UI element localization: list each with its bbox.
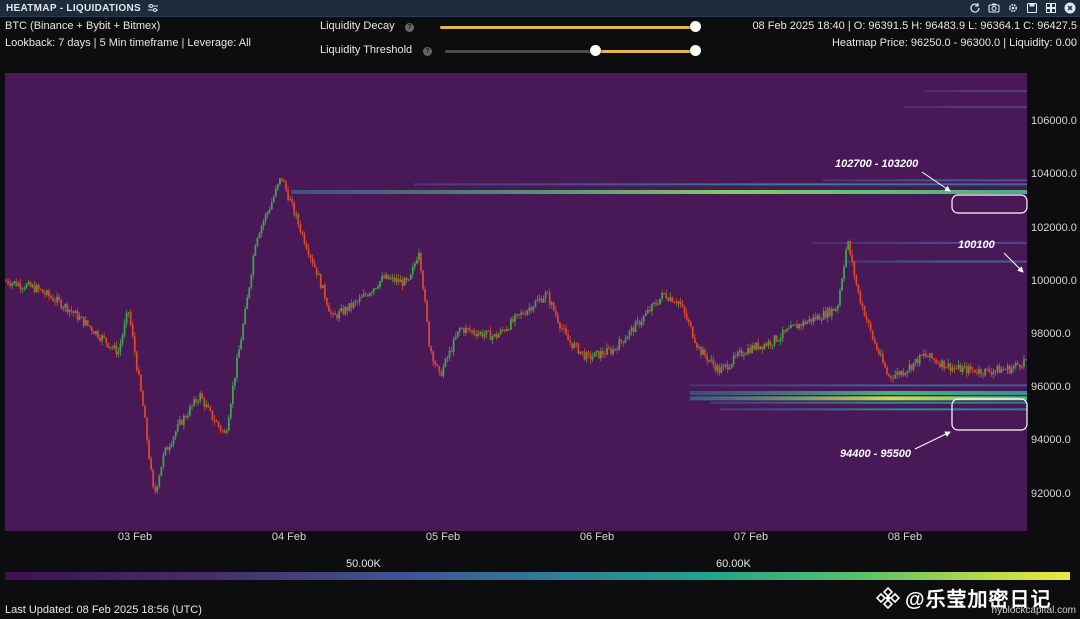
annotation-overlay — [914, 171, 1028, 450]
lower-zone-box — [951, 398, 1028, 431]
lower-zone-arrow — [914, 431, 951, 450]
site-url: hyblockcapital.com — [991, 605, 1076, 616]
liquidity-colorbar — [5, 572, 1070, 580]
colorbar-label-low: 50.00K — [346, 558, 381, 570]
upper-zone-box — [951, 194, 1028, 214]
colorbar-label-high: 60.00K — [716, 558, 751, 570]
last-updated: Last Updated: 08 Feb 2025 18:56 (UTC) — [5, 604, 202, 616]
mid-level-arrow — [1003, 252, 1024, 273]
binance-logo-icon — [875, 586, 901, 609]
upper-zone-arrow — [921, 171, 951, 192]
